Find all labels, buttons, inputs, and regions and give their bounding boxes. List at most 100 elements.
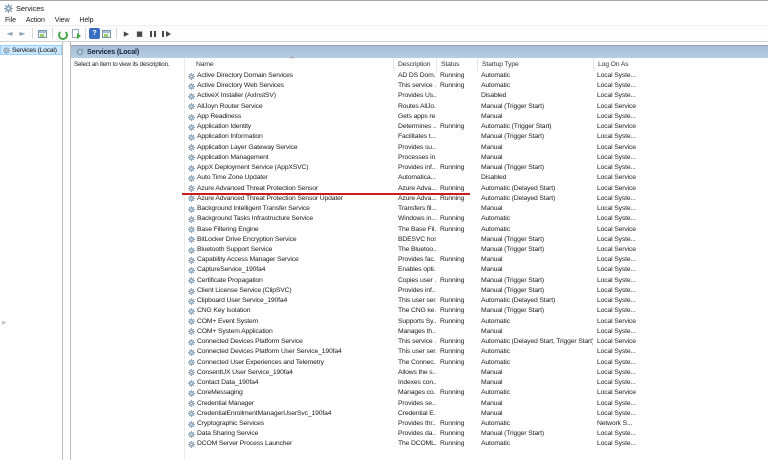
show-hide-pane-icon[interactable]	[100, 28, 113, 40]
service-row[interactable]: ActiveX Installer (AxInstSV)Provides Us.…	[185, 91, 768, 101]
service-row[interactable]: AllJoyn Router ServiceRoutes AllJo...Man…	[185, 102, 768, 112]
start-service-icon[interactable]: ▶	[120, 28, 133, 40]
service-description: Gets apps re...	[393, 112, 436, 122]
service-row[interactable]: Client License Service (ClipSVC)Provides…	[185, 286, 768, 296]
gear-icon	[188, 226, 195, 233]
service-logon-as: Local Syste...	[593, 255, 768, 265]
menu-action[interactable]: Action	[21, 17, 50, 24]
service-row[interactable]: CredentialEnrollmentManagerUserSvc_190fa…	[185, 409, 768, 419]
service-name: Cryptographic Services	[197, 419, 264, 429]
pause-service-icon[interactable]	[146, 28, 159, 40]
service-logon-as: Local Service	[593, 143, 768, 153]
service-row[interactable]: Connected User Experiences and Telemetry…	[185, 358, 768, 368]
service-row[interactable]: COM+ Event SystemSupports Sy...RunningAu…	[185, 317, 768, 327]
service-row[interactable]: CoreMessagingManages co...RunningAutomat…	[185, 388, 768, 398]
service-row[interactable]: Cryptographic ServicesProvides thr...Run…	[185, 419, 768, 429]
service-row[interactable]: Credential ManagerProvides se...ManualLo…	[185, 399, 768, 409]
service-description: Credential E...	[393, 409, 436, 419]
service-startup-type: Manual	[477, 143, 593, 153]
service-logon-as: Local Service	[593, 388, 768, 398]
restart-service-icon[interactable]	[159, 28, 172, 40]
service-logon-as: Local Syste...	[593, 112, 768, 122]
service-description: This service ...	[393, 81, 436, 91]
service-row[interactable]: App ReadinessGets apps re...ManualLocal …	[185, 112, 768, 122]
service-startup-type: Automatic (Delayed Start, Trigger Start)	[477, 337, 593, 347]
service-row[interactable]: Active Directory Domain ServicesAD DS Do…	[185, 71, 768, 81]
service-name-cell: Connected User Experiences and Telemetry	[185, 358, 393, 368]
gear-icon	[188, 390, 195, 397]
service-row[interactable]: COM+ System ApplicationManages th...Manu…	[185, 327, 768, 337]
service-row[interactable]: AppX Deployment Service (AppXSVC)Provide…	[185, 163, 768, 173]
service-description: Transfers fil...	[393, 204, 436, 214]
service-row[interactable]: Base Filtering EngineThe Base Fil...Runn…	[185, 225, 768, 235]
stop-service-icon[interactable]: ■	[133, 28, 146, 40]
column-header-description[interactable]: Description	[393, 58, 436, 71]
show-console-tree-icon[interactable]	[36, 28, 49, 40]
export-list-icon[interactable]	[69, 28, 82, 40]
service-name: Credential Manager	[197, 399, 254, 409]
back-icon[interactable]: ◄	[3, 28, 16, 40]
service-startup-type: Automatic	[477, 317, 593, 327]
pane-splitter[interactable]	[63, 42, 71, 460]
service-row[interactable]: Azure Advanced Threat Protection Sensor …	[185, 194, 768, 204]
column-header-startup-type[interactable]: Startup Type	[477, 58, 593, 71]
services-gear-icon	[3, 45, 10, 55]
service-status: Running	[436, 122, 477, 132]
service-name: AppX Deployment Service (AppXSVC)	[197, 163, 308, 173]
service-startup-type: Manual (Trigger Start)	[477, 245, 593, 255]
service-name: Connected Devices Platform User Service_…	[197, 347, 342, 357]
service-row[interactable]: Capability Access Manager ServiceProvide…	[185, 255, 768, 265]
service-row[interactable]: Certificate PropagationCopies user ...Ru…	[185, 276, 768, 286]
menu-file[interactable]: File	[0, 17, 21, 24]
service-name: Base Filtering Engine	[197, 225, 258, 235]
list-header: Name Description Status Startup Type Log…	[185, 58, 768, 71]
gear-icon	[188, 93, 195, 100]
service-row[interactable]: DCOM Server Process LauncherThe DCOML...…	[185, 439, 768, 449]
service-row[interactable]: Clipboard User Service_190fa4This user s…	[185, 296, 768, 306]
service-row[interactable]: ConsentUX User Service_190fa4Allows the …	[185, 368, 768, 378]
service-row[interactable]: Application Layer Gateway ServiceProvide…	[185, 143, 768, 153]
service-row[interactable]: CaptureService_190fa4Enables opti...Manu…	[185, 265, 768, 275]
window-body	[40, 34, 44, 37]
menu-view[interactable]: View	[50, 17, 75, 24]
column-header-status[interactable]: Status	[436, 58, 477, 71]
service-row[interactable]: BitLocker Drive Encryption ServiceBDESVC…	[185, 235, 768, 245]
service-row[interactable]: Connected Devices Platform User Service_…	[185, 347, 768, 357]
service-row[interactable]: Contact Data_190fa4Indexes con...ManualL…	[185, 378, 768, 388]
service-row[interactable]: Application InformationFacilitates t...M…	[185, 132, 768, 142]
gear-icon	[188, 339, 195, 346]
service-row[interactable]: Auto Time Zone UpdaterAutomatica...Disab…	[185, 173, 768, 183]
service-description: Manages th...	[393, 327, 436, 337]
service-logon-as: Local Service	[593, 184, 768, 194]
service-row[interactable]: Azure Advanced Threat Protection SensorA…	[185, 184, 768, 194]
service-description: Provides se...	[393, 399, 436, 409]
gear-icon	[188, 134, 195, 141]
service-startup-type: Automatic	[477, 214, 593, 224]
service-row[interactable]: Background Intelligent Transfer ServiceT…	[185, 204, 768, 214]
refresh-icon[interactable]	[56, 28, 69, 40]
service-logon-as: Local Syste...	[593, 306, 768, 316]
gear-icon	[188, 359, 195, 366]
service-row[interactable]: Data Sharing ServiceProvides da...Runnin…	[185, 429, 768, 439]
forward-icon[interactable]: ►	[16, 28, 29, 40]
service-row[interactable]: Connected Devices Platform ServiceThis s…	[185, 337, 768, 347]
service-row[interactable]: CNG Key IsolationThe CNG ke...RunningMan…	[185, 306, 768, 316]
service-row[interactable]: Application IdentityDetermines ...Runnin…	[185, 122, 768, 132]
service-description: Provides inf...	[393, 286, 436, 296]
tree-overflow-chevron-icon[interactable]: »	[1, 318, 6, 327]
tree-item-services-local[interactable]: Services (Local)	[0, 45, 62, 55]
column-header-log-on-as[interactable]: Log On As	[593, 58, 768, 71]
service-name: Application Information	[197, 132, 263, 142]
service-description: The Base Fil...	[393, 225, 436, 235]
service-row[interactable]: Active Directory Web ServicesThis servic…	[185, 81, 768, 91]
help-icon[interactable]: ?	[89, 28, 100, 39]
service-row[interactable]: Application ManagementProcesses in...Man…	[185, 153, 768, 163]
gear-icon	[188, 216, 195, 223]
service-row[interactable]: Bluetooth Support ServiceThe Bluetoo...M…	[185, 245, 768, 255]
service-logon-as: Local Syste...	[593, 368, 768, 378]
menu-help[interactable]: Help	[74, 17, 98, 24]
service-logon-as: Local Syste...	[593, 399, 768, 409]
services-pane: Services (Local) Select an item to view …	[71, 42, 768, 460]
service-status	[436, 399, 477, 409]
service-row[interactable]: Background Tasks Infrastructure ServiceW…	[185, 214, 768, 224]
